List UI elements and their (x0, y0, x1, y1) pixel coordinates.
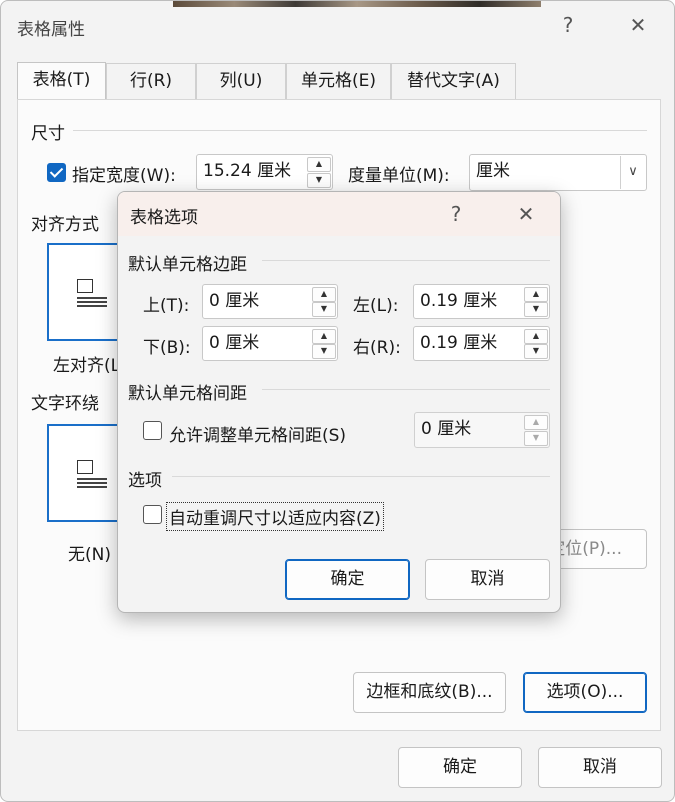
spin-down-icon[interactable]: ▼ (524, 302, 548, 317)
top-margin-value: 0 厘米 (209, 291, 260, 311)
divider (262, 260, 550, 261)
wrap-none-icon (77, 478, 107, 480)
table-options-dialog: 表格选项 ? ✕ 默认单元格边距 上(T): 0 厘米 ▲ ▼ 左(L): 0.… (117, 191, 561, 613)
help-button[interactable]: ? (444, 202, 468, 226)
right-margin-value: 0.19 厘米 (420, 333, 498, 353)
tab-row[interactable]: 行(R) (106, 63, 196, 99)
align-left-label: 左对齐(L (53, 356, 121, 376)
cell-spacing-stepper[interactable]: 0 厘米 ▲ ▼ (414, 412, 550, 448)
bottom-margin-stepper[interactable]: 0 厘米 ▲ ▼ (202, 326, 338, 361)
spin-up-icon[interactable]: ▲ (312, 329, 336, 344)
align-left-option[interactable] (47, 243, 127, 341)
wrap-none-icon (77, 460, 93, 474)
spin-down-icon[interactable]: ▼ (312, 344, 336, 359)
borders-shading-button[interactable]: 边框和底纹(B)... (353, 672, 506, 713)
cell-spacing-section-label: 默认单元格间距 (128, 384, 247, 404)
divider (172, 476, 550, 477)
table-align-left-icon (77, 301, 107, 303)
table-align-left-icon (77, 279, 93, 293)
wrap-none-option[interactable] (47, 424, 127, 522)
help-button[interactable]: ? (556, 13, 580, 37)
chevron-down-icon[interactable]: ∨ (622, 159, 644, 185)
preferred-width-value: 15.24 厘米 (203, 161, 292, 181)
table-align-left-icon (77, 305, 107, 307)
autoresize-label: 自动重调尺寸以适应内容(Z) (166, 502, 384, 531)
ok-button[interactable]: 确定 (285, 559, 410, 600)
bottom-margin-value: 0 厘米 (209, 333, 260, 353)
top-margin-label: 上(T): (143, 296, 190, 316)
options-button[interactable]: 选项(O)... (523, 672, 647, 713)
size-section-label: 尺寸 (31, 124, 65, 144)
spin-up-icon[interactable]: ▲ (524, 287, 548, 302)
dialog-title: 表格属性 (17, 20, 85, 40)
alignment-section-label: 对齐方式 (31, 215, 99, 235)
spin-down-icon[interactable]: ▼ (307, 173, 331, 188)
left-margin-stepper[interactable]: 0.19 厘米 ▲ ▼ (413, 284, 550, 319)
ok-button[interactable]: 确定 (398, 747, 522, 788)
options-section-label: 选项 (128, 471, 162, 491)
top-margin-stepper[interactable]: 0 厘米 ▲ ▼ (202, 284, 338, 319)
dialog-title: 表格选项 (130, 208, 198, 228)
spin-up-icon[interactable]: ▲ (524, 329, 548, 344)
left-margin-value: 0.19 厘米 (420, 291, 498, 311)
divider (73, 130, 647, 131)
preferred-width-stepper[interactable]: 15.24 厘米 ▲ ▼ (196, 154, 333, 190)
background-photo-strip (173, 1, 541, 7)
bottom-margin-label: 下(B): (143, 338, 191, 358)
close-button[interactable]: ✕ (514, 202, 538, 226)
cancel-button[interactable]: 取消 (538, 747, 662, 788)
left-margin-label: 左(L): (353, 296, 399, 316)
measure-in-value: 厘米 (476, 161, 510, 181)
right-margin-stepper[interactable]: 0.19 厘米 ▲ ▼ (413, 326, 550, 361)
wrap-none-icon (77, 486, 107, 488)
right-margin-label: 右(R): (353, 338, 401, 358)
table-align-left-icon (77, 297, 107, 299)
cell-spacing-value: 0 厘米 (421, 419, 472, 439)
tab-table[interactable]: 表格(T) (17, 62, 106, 100)
allow-spacing-checkbox[interactable] (143, 421, 162, 440)
text-wrap-section-label: 文字环绕 (31, 394, 99, 414)
divider (620, 156, 621, 189)
measure-in-select[interactable]: 厘米 ∨ (469, 154, 647, 191)
spin-up-icon[interactable]: ▲ (524, 415, 548, 430)
tab-column[interactable]: 列(U) (196, 63, 286, 99)
cell-margins-section-label: 默认单元格边距 (128, 255, 247, 275)
divider (262, 389, 550, 390)
spin-down-icon[interactable]: ▼ (312, 302, 336, 317)
measure-in-label: 度量单位(M): (348, 166, 450, 186)
preferred-width-checkbox[interactable] (47, 163, 66, 182)
close-button[interactable]: ✕ (626, 13, 650, 37)
wrap-none-icon (77, 482, 107, 484)
spin-down-icon[interactable]: ▼ (524, 344, 548, 359)
allow-spacing-label: 允许调整单元格间距(S) (169, 426, 347, 446)
preferred-width-label: 指定宽度(W): (72, 166, 176, 186)
tab-alt-text[interactable]: 替代文字(A) (391, 63, 516, 99)
tab-cell[interactable]: 单元格(E) (286, 63, 391, 99)
autoresize-checkbox[interactable] (143, 505, 162, 524)
spin-up-icon[interactable]: ▲ (307, 157, 331, 172)
spin-down-icon[interactable]: ▼ (524, 431, 548, 446)
wrap-none-label: 无(N) (68, 545, 111, 565)
spin-up-icon[interactable]: ▲ (312, 287, 336, 302)
cancel-button[interactable]: 取消 (425, 559, 550, 600)
